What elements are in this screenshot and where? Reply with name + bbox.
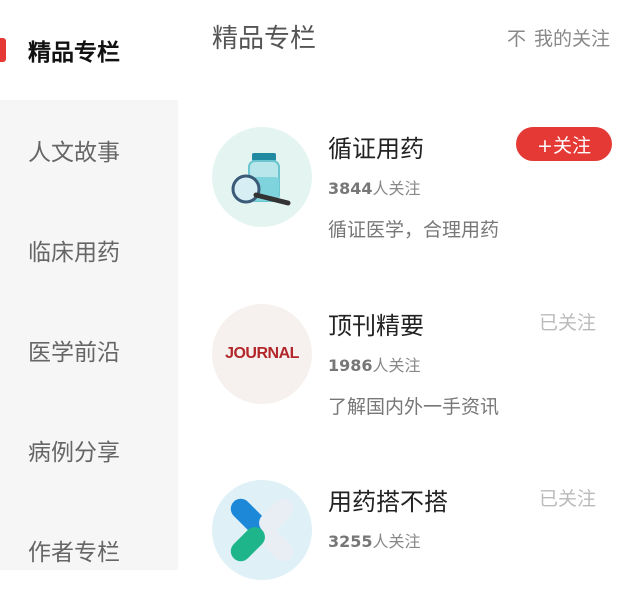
sidebar-item-frontier[interactable]: 医学前沿: [0, 300, 178, 400]
followed-button[interactable]: 已关注: [539, 308, 596, 335]
sidebar-item-premium[interactable]: 精品专栏: [0, 0, 178, 100]
column-title: 顶刊精要: [328, 312, 424, 340]
follower-count: 1986人关注: [328, 356, 421, 375]
sidebar-item-label: 临床用药: [28, 240, 120, 266]
follower-count: 3844人关注: [328, 179, 421, 198]
follow-button[interactable]: +关注: [516, 127, 612, 161]
journal-logo-icon: JOURNAL: [212, 304, 312, 404]
column-title: 循证用药: [328, 135, 424, 163]
sidebar-item-label: 人文故事: [28, 140, 120, 166]
follower-count: 3255人关注: [328, 532, 421, 551]
sidebar-item-label: 作者专栏: [28, 540, 120, 566]
column-card[interactable]: 循证用药 3844人关注 循证医学，合理用药 +关注: [212, 127, 612, 241]
sidebar-item-label: 精品专栏: [28, 40, 120, 66]
active-indicator: [0, 38, 6, 62]
vial-magnifier-icon: [212, 127, 312, 227]
column-card[interactable]: 用药搭不搭 3255人关注 已关注: [212, 480, 612, 590]
followed-button[interactable]: 已关注: [539, 484, 596, 511]
sidebar: 精品专栏 人文故事 临床用药 医学前沿 病例分享 作者专栏: [0, 0, 178, 570]
column-description: 了解国内外一手资讯: [328, 396, 500, 418]
column-card[interactable]: JOURNAL 顶刊精要 1986人关注 了解国内外一手资讯 已关注: [212, 304, 612, 418]
capsule-icon: [212, 480, 312, 580]
sidebar-item-humanities[interactable]: 人文故事: [0, 100, 178, 200]
sidebar-item-label: 医学前沿: [28, 340, 120, 366]
column-description: 循证医学，合理用药: [328, 219, 500, 241]
my-follows-label: 我的关注: [533, 28, 610, 50]
sidebar-item-authors[interactable]: 作者专栏: [0, 500, 178, 600]
column-title: 用药搭不搭: [328, 488, 448, 516]
sidebar-item-clinical[interactable]: 临床用药: [0, 200, 178, 300]
my-follows-link[interactable]: 不 我的关注: [507, 24, 610, 51]
follow-icon: 不: [506, 28, 526, 50]
sidebar-item-cases[interactable]: 病例分享: [0, 400, 178, 500]
sidebar-item-label: 病例分享: [28, 440, 120, 466]
page-title: 精品专栏: [212, 24, 317, 54]
